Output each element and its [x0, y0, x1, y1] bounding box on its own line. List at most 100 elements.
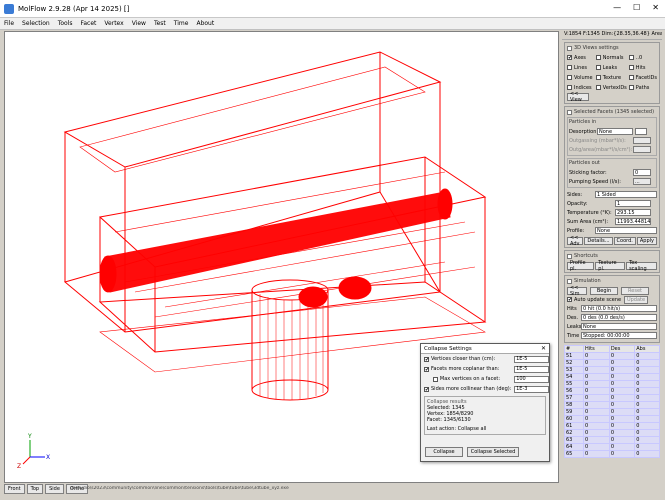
- facet-table[interactable]: # Hits Des Abs 51 0 0 0 52 0 0 0 53 0 0 0 54 0 0 0 55 0 0 0…: [563, 345, 660, 458]
- menu-file[interactable]: File: [4, 20, 14, 27]
- collapse-selected-button[interactable]: Collapse Selected: [467, 447, 519, 457]
- close-button[interactable]: ✕: [652, 3, 659, 12]
- coord-button[interactable]: Coord.: [613, 236, 636, 245]
- sides-select[interactable]: 1 Sided: [595, 191, 657, 198]
- pumping-field[interactable]: ...: [633, 178, 651, 185]
- checkbox-icon[interactable]: [628, 85, 634, 90]
- table-cell: 0: [634, 359, 660, 367]
- reset-button[interactable]: Reset: [621, 286, 649, 295]
- check-paths[interactable]: Paths: [628, 83, 657, 92]
- table-row[interactable]: 63 0 0 0: [563, 436, 660, 444]
- view-button[interactable]: << View: [567, 91, 589, 103]
- table-cell: 53: [563, 366, 585, 374]
- check-normals[interactable]: Normals: [595, 53, 627, 62]
- table-cell: 63: [563, 436, 585, 444]
- table-row[interactable]: 56 0 0 0: [563, 387, 660, 395]
- column-header[interactable]: #: [563, 345, 585, 353]
- coplanar-threshold-field[interactable]: 1E-5: [514, 365, 549, 373]
- table-row[interactable]: 64 0 0 0: [563, 443, 660, 451]
- check-vertexids[interactable]: VertexIDs: [595, 83, 627, 92]
- collapse-toggle-icon[interactable]: [567, 109, 572, 115]
- table-row[interactable]: 51 0 0 0: [563, 352, 660, 360]
- texture-scaling-button[interactable]: Tex scaling: [626, 260, 657, 272]
- check-hits[interactable]: Hits: [628, 63, 657, 72]
- checkbox-icon[interactable]: ✔: [567, 55, 572, 61]
- front-view-button[interactable]: Front: [4, 484, 25, 494]
- table-row[interactable]: 62 0 0 0: [563, 429, 660, 437]
- vertices-threshold-field[interactable]: 1E-5: [514, 355, 549, 363]
- table-row[interactable]: 57 0 0 0: [563, 394, 660, 402]
- table-row[interactable]: 54 0 0 0: [563, 373, 660, 381]
- checkbox-icon[interactable]: [433, 376, 438, 382]
- side-view-button[interactable]: Side: [45, 484, 64, 494]
- check-lines[interactable]: Lines: [567, 63, 594, 72]
- check-axes[interactable]: ✔ Axes: [567, 53, 594, 62]
- checkbox-icon[interactable]: ✔: [424, 366, 429, 372]
- table-row[interactable]: 61 0 0 0: [563, 422, 660, 430]
- profile-plotter-button[interactable]: Profile pl.: [567, 260, 595, 272]
- begin-button[interactable]: Begin: [590, 286, 618, 295]
- maximize-button[interactable]: ☐: [633, 3, 640, 12]
- table-row[interactable]: 58 0 0 0: [563, 401, 660, 409]
- auto-update-checkbox[interactable]: ✔: [567, 297, 572, 303]
- outgassing-field[interactable]: [633, 137, 651, 144]
- checkbox-icon[interactable]: [628, 65, 634, 70]
- sticking-field[interactable]: 0: [633, 169, 651, 176]
- menu-view[interactable]: View: [132, 20, 146, 27]
- texture-plotter-button[interactable]: Texture pl.: [595, 260, 626, 272]
- check-extra[interactable]: ..0: [628, 53, 657, 62]
- desorption-extra-field[interactable]: [635, 128, 647, 135]
- apply-button[interactable]: Apply: [636, 236, 657, 245]
- menu-about[interactable]: About: [196, 20, 214, 27]
- checkbox-icon[interactable]: [567, 85, 572, 90]
- dialog-close-icon[interactable]: ✕: [541, 345, 546, 352]
- checkbox-icon[interactable]: [628, 75, 634, 80]
- checkbox-icon[interactable]: [567, 65, 572, 70]
- profile-select[interactable]: None: [595, 227, 657, 234]
- column-header[interactable]: Hits: [583, 345, 610, 353]
- desorption-select[interactable]: None: [597, 128, 633, 135]
- top-view-button[interactable]: Top: [26, 484, 44, 494]
- table-cell: 52: [563, 359, 585, 367]
- check-texture[interactable]: Texture: [595, 73, 627, 82]
- outgassing-area-field[interactable]: [633, 146, 651, 153]
- opacity-field[interactable]: 1: [615, 200, 651, 207]
- menu-vertex[interactable]: Vertex: [104, 20, 123, 27]
- checkbox-icon[interactable]: [567, 75, 572, 80]
- menu-selection[interactable]: Selection: [22, 20, 50, 27]
- collapse-toggle-icon[interactable]: [567, 45, 572, 51]
- checkbox-icon[interactable]: [595, 85, 601, 90]
- table-row[interactable]: 52 0 0 0: [563, 359, 660, 367]
- checkbox-icon[interactable]: [595, 55, 601, 60]
- checkbox-icon[interactable]: ✔: [424, 386, 429, 392]
- table-row[interactable]: 65 0 0 0: [563, 450, 660, 458]
- collinear-threshold-field[interactable]: 1E-3: [514, 385, 549, 393]
- table-row[interactable]: 59 0 0 0: [563, 408, 660, 416]
- minimize-button[interactable]: —: [613, 3, 621, 12]
- menu-tools[interactable]: Tools: [58, 20, 73, 27]
- update-button[interactable]: Update: [624, 295, 648, 304]
- adv-button[interactable]: << Adv: [567, 235, 584, 247]
- check-facetids[interactable]: FacetIDs: [628, 73, 657, 82]
- collapse-toggle-icon[interactable]: [567, 253, 572, 259]
- table-row[interactable]: 60 0 0 0: [563, 415, 660, 423]
- menu-time[interactable]: Time: [174, 20, 189, 27]
- sim-button[interactable]: << Sim: [567, 285, 587, 297]
- check-volume[interactable]: Volume: [567, 73, 594, 82]
- checkbox-icon[interactable]: ✔: [424, 356, 429, 362]
- menu-test[interactable]: Test: [154, 20, 166, 27]
- table-row[interactable]: 55 0 0 0: [563, 380, 660, 388]
- checkbox-icon[interactable]: [595, 75, 601, 80]
- checkbox-icon[interactable]: [595, 65, 601, 70]
- table-row[interactable]: 53 0 0 0: [563, 366, 660, 374]
- max-vertices-field[interactable]: 100: [514, 375, 549, 383]
- checkbox-icon[interactable]: [628, 55, 634, 60]
- column-header[interactable]: Des: [608, 345, 636, 353]
- temperature-field[interactable]: 293.15: [615, 209, 651, 216]
- collapse-button[interactable]: Collapse: [425, 447, 463, 457]
- collapse-toggle-icon[interactable]: [567, 278, 572, 284]
- details-button[interactable]: Details...: [584, 236, 613, 245]
- menu-facet[interactable]: Facet: [80, 20, 96, 27]
- column-header[interactable]: Abs: [634, 345, 660, 353]
- check-leaks[interactable]: Leaks: [595, 63, 627, 72]
